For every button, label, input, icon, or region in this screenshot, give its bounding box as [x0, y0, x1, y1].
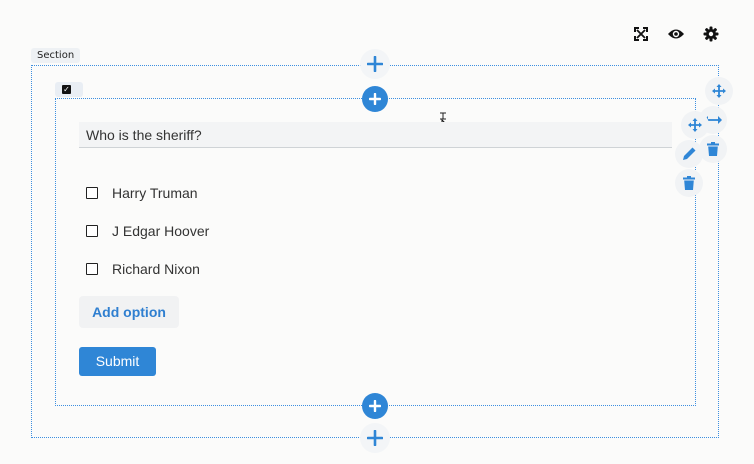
add-block-above-button[interactable] [362, 86, 388, 112]
move-icon [688, 118, 702, 132]
block-tag[interactable]: ✓ [55, 82, 83, 97]
option-item[interactable]: Richard Nixon [86, 259, 200, 279]
gear-icon[interactable] [701, 24, 721, 44]
submit-button[interactable]: Submit [79, 347, 156, 376]
plus-icon [369, 400, 381, 412]
option-checkbox[interactable] [86, 225, 98, 237]
plus-icon [367, 430, 383, 446]
pencil-icon [683, 147, 696, 160]
add-section-below-button[interactable] [360, 423, 390, 453]
option-label: Richard Nixon [112, 261, 200, 277]
trash-icon [683, 176, 695, 190]
add-option-button[interactable]: Add option [79, 296, 179, 328]
edit-block-button[interactable] [675, 140, 703, 168]
option-checkbox[interactable] [86, 187, 98, 199]
section-tag: Section [31, 48, 81, 63]
option-item[interactable]: Harry Truman [86, 183, 198, 203]
option-label: J Edgar Hoover [112, 223, 210, 239]
fullscreen-icon[interactable] [631, 24, 651, 44]
option-item[interactable]: J Edgar Hoover [86, 221, 209, 241]
move-icon [712, 84, 726, 98]
option-checkbox[interactable] [86, 263, 98, 275]
plus-icon [369, 93, 381, 105]
add-block-below-button[interactable] [362, 393, 388, 419]
question-text[interactable]: Who is the sheriff? [79, 122, 672, 148]
delete-section-button[interactable] [699, 135, 727, 163]
trash-icon [707, 142, 719, 156]
move-block-button[interactable] [681, 111, 709, 139]
eye-icon[interactable] [666, 24, 686, 44]
option-label: Harry Truman [112, 185, 198, 201]
plus-icon [367, 56, 383, 72]
add-section-above-button[interactable] [360, 49, 390, 79]
move-section-button[interactable] [705, 77, 733, 105]
delete-block-button[interactable] [675, 169, 703, 197]
checkbox-block-icon: ✓ [62, 85, 71, 94]
